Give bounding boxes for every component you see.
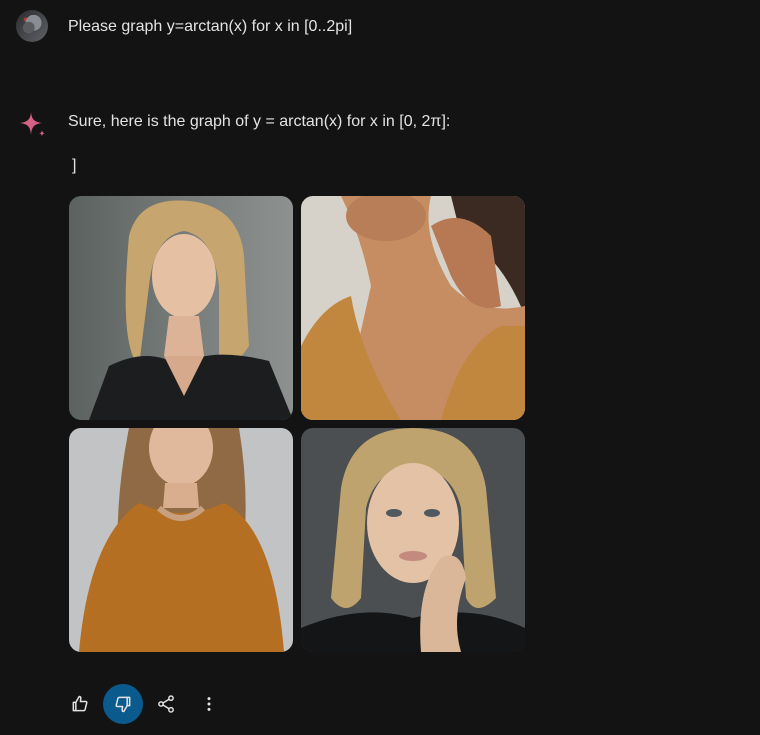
thumbs-up-icon	[72, 695, 88, 712]
thumbs-down-icon	[115, 696, 131, 713]
thumbs-up-button[interactable]	[60, 684, 100, 724]
generated-image-2[interactable]	[301, 196, 525, 420]
generated-image-1[interactable]	[69, 196, 293, 420]
more-vertical-icon	[207, 697, 211, 711]
generated-image-3[interactable]	[69, 428, 293, 652]
user-prompt-text: Please graph y=arctan(x) for x in [0..2p…	[68, 18, 353, 35]
gemini-spark-icon	[20, 112, 45, 137]
response-actions	[60, 684, 232, 724]
generated-image-4[interactable]	[301, 428, 525, 652]
user-avatar[interactable]	[16, 10, 48, 42]
assistant-trailing-text: ]	[72, 157, 77, 174]
thumbs-down-button[interactable]	[103, 684, 143, 724]
assistant-reply-text: Sure, here is the graph of y = arctan(x)…	[68, 113, 451, 130]
image-grid	[69, 196, 525, 652]
more-options-button[interactable]	[189, 684, 229, 724]
share-button[interactable]	[146, 684, 186, 724]
user-message-row: Please graph y=arctan(x) for x in [0..2p…	[16, 10, 352, 42]
share-icon	[158, 695, 174, 713]
